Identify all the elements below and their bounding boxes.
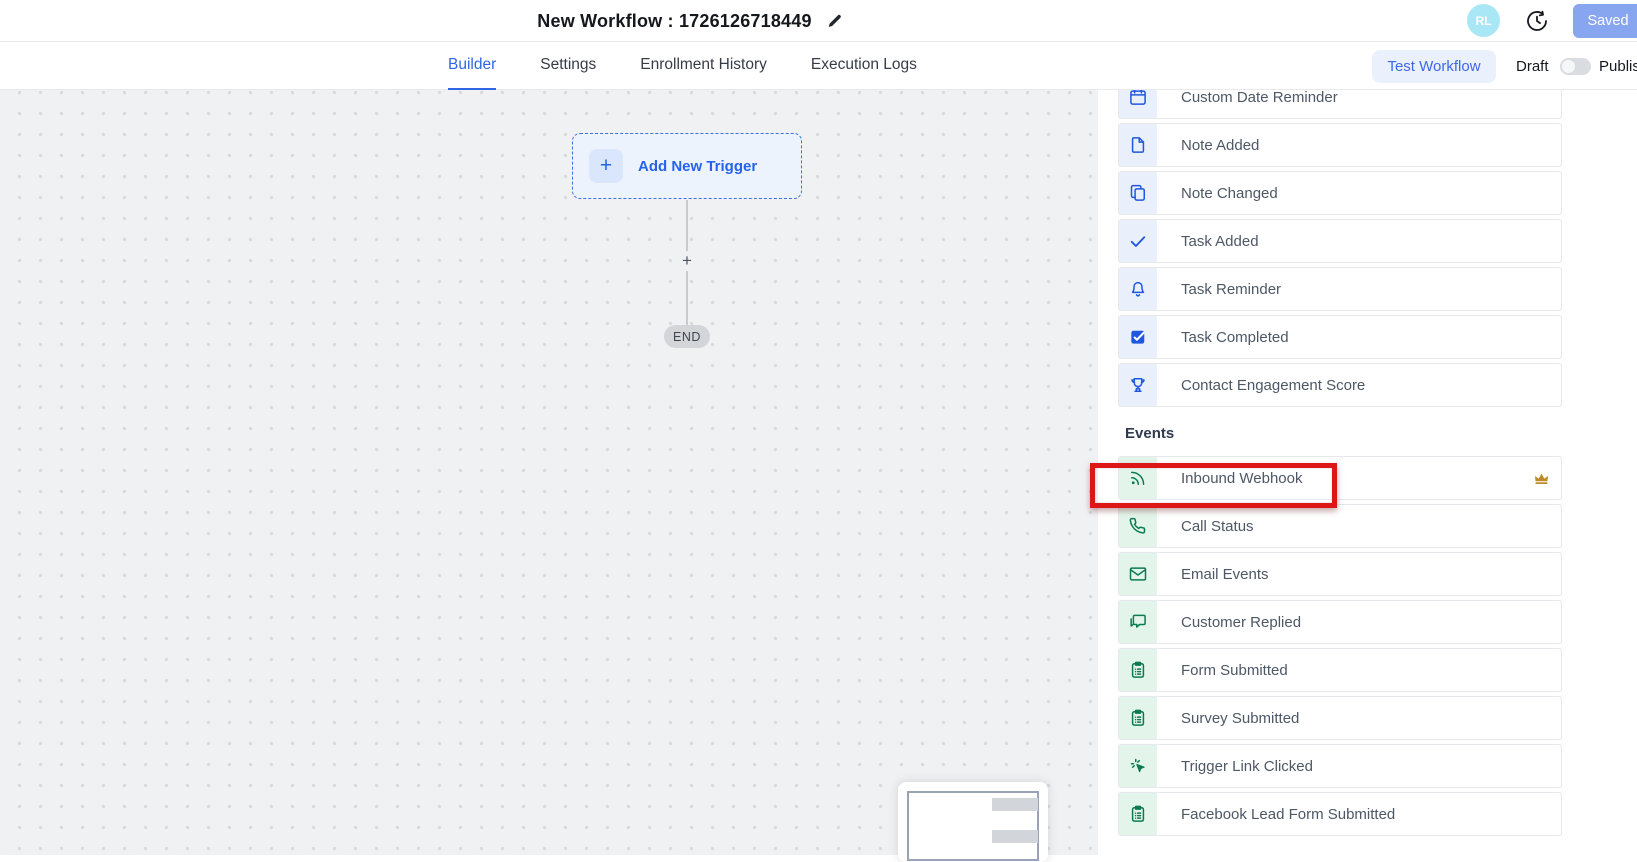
trigger-option-facebook-lead-form-submitted[interactable]: Facebook Lead Form Submitted [1118, 792, 1562, 836]
trigger-sidebar: Custom Date Reminder Note Added Note Cha… [1098, 90, 1637, 855]
tab-builder[interactable]: Builder [448, 42, 496, 90]
bell-icon [1119, 268, 1157, 310]
trigger-option-form-submitted[interactable]: Form Submitted [1118, 648, 1562, 692]
trigger-option-email-events[interactable]: Email Events [1118, 552, 1562, 596]
top-header: New Workflow : 1726126718449 RL Saved [0, 0, 1637, 42]
tab-settings[interactable]: Settings [540, 42, 596, 90]
trigger-option-inbound-webhook[interactable]: Inbound Webhook [1118, 456, 1562, 500]
history-clock-icon[interactable] [1525, 9, 1549, 33]
trigger-option-survey-submitted[interactable]: Survey Submitted [1118, 696, 1562, 740]
page-title: New Workflow : 1726126718449 [537, 11, 811, 32]
premium-crown-icon [1532, 469, 1551, 488]
tab-bar: Builder Settings Enrollment History Exec… [0, 42, 1637, 90]
add-new-trigger-button[interactable]: + Add New Trigger [572, 133, 802, 199]
webhook-rss-icon [1119, 457, 1157, 499]
trigger-option-note-added[interactable]: Note Added [1118, 123, 1562, 167]
trigger-option-note-changed[interactable]: Note Changed [1118, 171, 1562, 215]
trigger-option-customer-replied[interactable]: Customer Replied [1118, 600, 1562, 644]
tab-enrollment-history[interactable]: Enrollment History [640, 42, 767, 90]
phone-icon [1119, 505, 1157, 547]
clipboard-icon [1119, 649, 1157, 691]
note-icon [1119, 124, 1157, 166]
plus-icon: + [589, 149, 623, 183]
minimap-node [992, 830, 1038, 843]
add-step-plus-icon[interactable]: + [678, 251, 696, 271]
tabs: Builder Settings Enrollment History Exec… [448, 42, 917, 90]
clipboard-icon [1119, 697, 1157, 739]
trigger-option-task-reminder[interactable]: Task Reminder [1118, 267, 1562, 311]
copy-icon [1119, 172, 1157, 214]
toggle-knob [1562, 60, 1575, 73]
chat-icon [1119, 601, 1157, 643]
trigger-option-call-status[interactable]: Call Status [1118, 504, 1562, 548]
events-section-header: Events [1125, 425, 1562, 442]
publish-toggle[interactable] [1560, 58, 1591, 75]
edit-pencil-icon[interactable] [826, 13, 843, 30]
check-icon [1119, 220, 1157, 262]
add-new-trigger-label: Add New Trigger [638, 158, 757, 175]
minimap[interactable] [898, 782, 1048, 862]
publish-label: Publish [1599, 42, 1637, 90]
trigger-option-task-completed[interactable]: Task Completed [1118, 315, 1562, 359]
tab-execution-logs[interactable]: Execution Logs [811, 42, 917, 90]
workflow-title-wrap: New Workflow : 1726126718449 [440, 0, 940, 42]
trigger-option-custom-date-reminder[interactable]: Custom Date Reminder [1118, 90, 1562, 119]
trophy-icon [1119, 364, 1157, 406]
saved-button[interactable]: Saved [1573, 4, 1637, 38]
avatar[interactable]: RL [1467, 4, 1500, 37]
minimap-node [992, 798, 1038, 811]
calendar-icon [1119, 90, 1157, 118]
test-workflow-button[interactable]: Test Workflow [1372, 50, 1496, 83]
clipboard-icon [1119, 793, 1157, 835]
envelope-icon [1119, 553, 1157, 595]
draft-label: Draft [1516, 42, 1549, 90]
trigger-option-contact-engagement-score[interactable]: Contact Engagement Score [1118, 363, 1562, 407]
trigger-option-task-added[interactable]: Task Added [1118, 219, 1562, 263]
end-node: END [664, 325, 710, 348]
cursor-click-icon [1119, 745, 1157, 787]
trigger-option-trigger-link-clicked[interactable]: Trigger Link Clicked [1118, 744, 1562, 788]
trigger-list: Custom Date Reminder Note Added Note Cha… [1118, 90, 1562, 840]
check-square-icon [1119, 316, 1157, 358]
workflow-canvas[interactable]: + Add New Trigger + END [0, 90, 1098, 855]
